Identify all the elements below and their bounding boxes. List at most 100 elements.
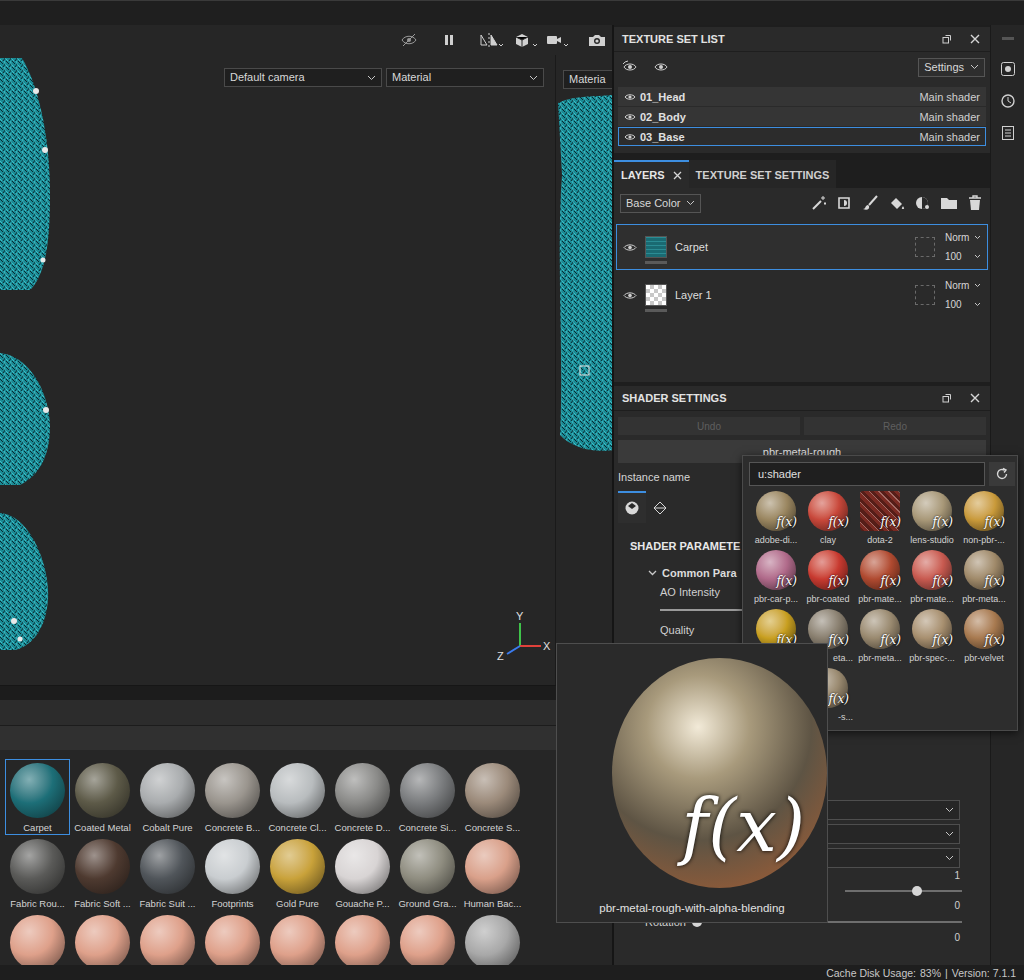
material-item[interactable]: Concrete Si... <box>395 759 460 835</box>
layer-row[interactable]: CarpetNorm100 <box>616 224 988 270</box>
material-label: Fabric Rou... <box>10 898 64 910</box>
close-icon[interactable] <box>970 34 980 44</box>
shader-item[interactable]: f(x)pbr-coated <box>803 550 853 609</box>
uv-mode-select[interactable]: Materia <box>563 70 612 89</box>
pause-icon[interactable] <box>441 32 457 48</box>
material-item[interactable]: Coated Metal <box>70 759 135 835</box>
material-preview <box>75 839 130 894</box>
material-item[interactable] <box>5 911 70 965</box>
material-item[interactable]: Cobalt Pure <box>135 759 200 835</box>
eye-icon[interactable] <box>653 60 669 74</box>
shader-item[interactable]: f(x)pbr-car-p... <box>751 550 801 609</box>
material-item[interactable]: Concrete S... <box>460 759 525 835</box>
settings-select[interactable]: Settings <box>918 58 985 77</box>
material-item[interactable]: Fabric Soft ... <box>70 835 135 911</box>
material-item[interactable]: Fabric Suit ... <box>135 835 200 911</box>
layer-row[interactable]: Layer 1Norm100 <box>616 272 988 318</box>
shader-tab[interactable] <box>618 491 646 523</box>
slider-track[interactable] <box>845 890 962 892</box>
paint-bucket-icon[interactable] <box>888 195 906 211</box>
mask-slot[interactable] <box>915 237 935 257</box>
shader-item[interactable]: f(x)lens-studio <box>907 491 957 550</box>
material-item[interactable]: Gold Pure <box>265 835 330 911</box>
folder-icon[interactable] <box>940 195 958 211</box>
eye-cycle-icon[interactable] <box>622 60 638 74</box>
shader-item[interactable]: f(x)pbr-meta... <box>855 609 905 668</box>
screenshot-camera-icon[interactable] <box>587 32 607 48</box>
reset-button[interactable] <box>989 462 1015 486</box>
mask-icon[interactable] <box>914 195 932 211</box>
material-item[interactable]: Ground Gra... <box>395 835 460 911</box>
material-item[interactable]: Fabric Rou... <box>5 835 70 911</box>
material-preview <box>140 839 195 894</box>
material-item[interactable] <box>135 911 200 965</box>
float-window-icon[interactable] <box>942 34 952 44</box>
chevron-down-icon <box>686 200 695 206</box>
material-item[interactable]: Footprints <box>200 835 265 911</box>
shader-item[interactable]: f(x)pbr-spec-... <box>907 609 957 668</box>
camera-select[interactable]: Default camera <box>224 68 382 87</box>
display-settings-icon[interactable] <box>1000 61 1016 77</box>
shader-item[interactable]: f(x)non-pbr-... <box>959 491 1009 550</box>
mask-slot[interactable] <box>915 285 935 305</box>
material-item[interactable] <box>395 911 460 965</box>
shader-item[interactable]: f(x)adobe-di... <box>751 491 801 550</box>
opacity-select[interactable]: 100 <box>945 299 981 311</box>
float-window-icon[interactable] <box>942 393 952 403</box>
eye-icon[interactable] <box>624 93 636 101</box>
hide-eye-icon[interactable] <box>399 32 419 48</box>
shader-item[interactable]: f(x)pbr-velvet <box>959 609 1009 668</box>
material-item[interactable] <box>70 911 135 965</box>
viewport-3d[interactable]: Default cameraMaterialYXZ <box>0 55 555 685</box>
trash-icon[interactable] <box>966 195 984 211</box>
log-icon[interactable] <box>1000 125 1016 141</box>
material-item[interactable]: Concrete B... <box>200 759 265 835</box>
channel-select[interactable]: Base Color <box>620 194 701 213</box>
opacity-select[interactable]: 100 <box>945 251 981 263</box>
slider-handle[interactable] <box>912 886 922 896</box>
blend-mode-select[interactable]: Norm <box>945 232 981 244</box>
display-mode-select[interactable]: Material <box>386 68 544 87</box>
shader-tooltip: f(x)pbr-metal-rough-with-alpha-blending <box>556 643 828 923</box>
material-item[interactable] <box>265 911 330 965</box>
eye-icon[interactable] <box>623 291 637 300</box>
material-item[interactable]: Gouache P... <box>330 835 395 911</box>
panel-toggle-icon[interactable] <box>1000 33 1016 45</box>
shader-item[interactable]: f(x)clay <box>803 491 853 550</box>
material-item[interactable]: Concrete D... <box>330 759 395 835</box>
undo-button[interactable]: Undo <box>618 417 800 435</box>
close-icon[interactable] <box>673 171 682 180</box>
texture-set-row[interactable]: 02_BodyMain shader <box>618 107 986 126</box>
shader-preview: f(x) <box>860 491 900 531</box>
redo-button[interactable]: Redo <box>804 417 986 435</box>
blend-mode-select[interactable]: Norm <box>945 280 981 292</box>
material-item[interactable] <box>330 911 395 965</box>
eye-icon[interactable] <box>624 133 636 141</box>
fill-layer-icon[interactable] <box>836 195 854 211</box>
shader-tab[interactable] <box>646 491 674 523</box>
history-icon[interactable] <box>1000 93 1016 109</box>
panel-tab[interactable]: LAYERS <box>614 160 689 188</box>
material-item[interactable] <box>460 911 525 965</box>
eye-icon[interactable] <box>624 113 636 121</box>
material-item[interactable]: Concrete Cl... <box>265 759 330 835</box>
magic-wand-icon[interactable] <box>810 195 828 211</box>
close-icon[interactable] <box>970 393 980 403</box>
paint-brush-icon[interactable] <box>862 195 880 211</box>
shader-item[interactable]: f(x)dota-2 <box>855 491 905 550</box>
shader-item[interactable]: f(x)pbr-mate... <box>907 550 957 609</box>
texture-set-row[interactable]: 01_HeadMain shader <box>618 87 986 106</box>
symmetry-icon[interactable] <box>479 32 505 48</box>
material-item[interactable]: Carpet <box>5 759 70 835</box>
viewport-2d[interactable]: Materia <box>555 55 612 685</box>
material-item[interactable]: Human Bac... <box>460 835 525 911</box>
material-item[interactable] <box>200 911 265 965</box>
eye-icon[interactable] <box>623 243 637 252</box>
texture-set-row[interactable]: 03_BaseMain shader <box>618 127 986 146</box>
panel-tab[interactable]: TEXTURE SET SETTINGS <box>689 160 837 188</box>
shader-item[interactable]: f(x)pbr-mate... <box>855 550 905 609</box>
video-camera-icon[interactable] <box>545 32 570 48</box>
shader-item[interactable]: f(x)pbr-meta... <box>959 550 1009 609</box>
display-cube-icon[interactable] <box>513 32 539 48</box>
search-field[interactable]: u:shader <box>749 462 985 486</box>
